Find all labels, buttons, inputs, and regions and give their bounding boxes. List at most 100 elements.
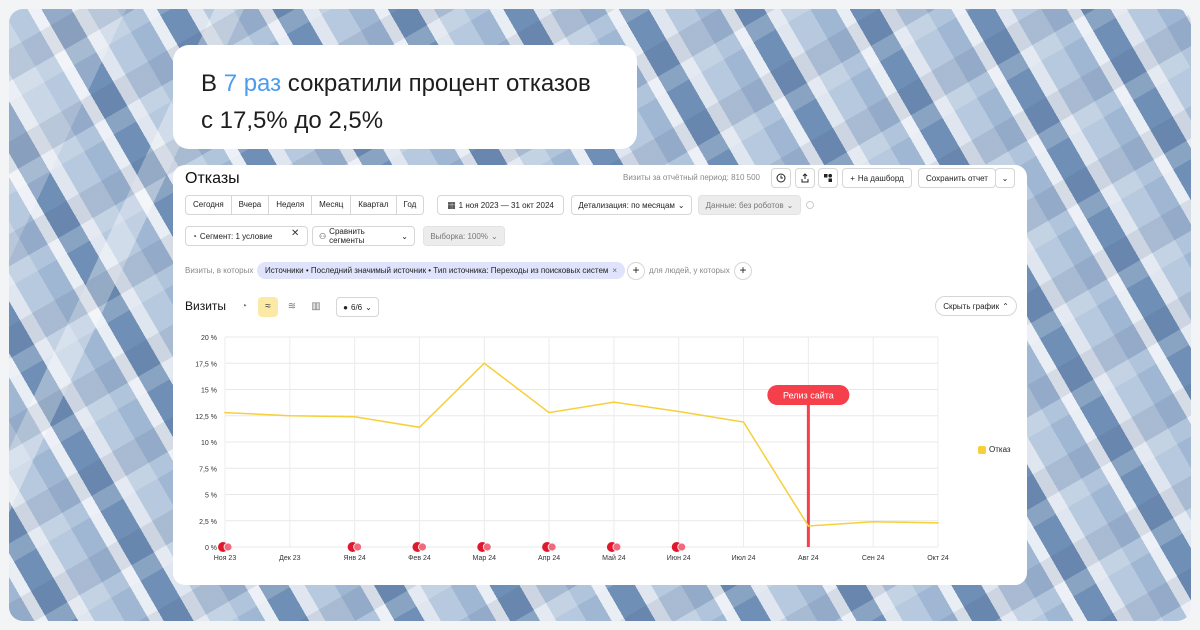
event-marker [612, 542, 622, 552]
series-selector[interactable]: ● 6/6 ⌄ [336, 297, 379, 317]
sample-dropdown[interactable]: Выборка: 100% ⌄ [423, 226, 505, 246]
remove-segment-icon[interactable]: ✕ [291, 228, 299, 239]
event-marker [353, 542, 363, 552]
chart-title: Визиты [185, 299, 227, 313]
to-dashboard-label: На дашборд [857, 173, 904, 183]
headline-accent: 7 раз [223, 70, 282, 97]
bar-chart-icon[interactable]: ▥ [306, 297, 326, 317]
x-tick-label: Дек 23 [279, 555, 301, 562]
y-tick-label: 17,5 % [195, 361, 217, 368]
close-icon[interactable]: × [612, 266, 617, 275]
pie-chart-icon[interactable]: ◔ [234, 297, 254, 317]
legend-swatch [978, 445, 986, 454]
clock-icon [776, 173, 786, 183]
report-title: Отказы [185, 170, 240, 187]
area-chart-icon[interactable]: ≋ [282, 297, 302, 317]
export-button[interactable] [795, 168, 815, 188]
x-tick-label: Фев 24 [408, 555, 431, 562]
y-tick-label: 7,5 % [199, 466, 217, 473]
period-week[interactable]: Неделя [269, 196, 313, 214]
api-button[interactable] [818, 168, 838, 188]
add-visit-condition-button[interactable]: + [627, 262, 645, 280]
save-report-button[interactable]: Сохранить отчет [918, 168, 996, 188]
chevron-down-icon: ⌄ [401, 231, 408, 241]
headline-card: В 7 раз сократили процент отказов с 17,5… [173, 45, 637, 149]
chevron-down-icon: ⌄ [786, 200, 794, 210]
period-yesterday[interactable]: Вчера [232, 196, 270, 214]
line-chart: 0 % 2,5 % 5 % 7,5 % 10 % 12,5 % 15 % 17,5 % 20 %… [195, 335, 949, 562]
x-tick-label: Авг 24 [798, 555, 819, 562]
calendar-icon: ▦ [447, 199, 456, 210]
hide-chart-label: Скрыть график [943, 301, 1000, 311]
data-point [353, 416, 356, 418]
x-tick-label: Июл 24 [732, 555, 756, 562]
data-point [937, 522, 939, 524]
data-point [483, 362, 486, 365]
filter-chip[interactable]: Источники • Последний значимый источник … [257, 262, 626, 279]
chart-legend[interactable]: Отказ [978, 445, 1011, 454]
x-tick-label: Окт 24 [927, 555, 949, 562]
chevron-up-icon: ⌃ [1002, 301, 1009, 311]
add-user-condition-button[interactable]: + [734, 262, 752, 280]
compare-segments-button[interactable]: ⚇ Сравнить сегменты ⌄ [312, 226, 415, 246]
segment-button[interactable]: ◔ Сегмент: 1 условие [185, 226, 308, 246]
apps-icon [824, 173, 832, 182]
x-tick-label: Мар 24 [473, 555, 497, 562]
segment-label: Сегмент: 1 условие [199, 231, 273, 241]
data-point [289, 414, 291, 417]
to-dashboard-button[interactable]: + На дашборд [842, 168, 912, 188]
y-tick-label: 5 % [205, 493, 217, 500]
legend-label: Отказ [989, 445, 1011, 454]
event-marker [223, 542, 233, 552]
headline-line-2: с 17,5% до 2,5% [201, 107, 384, 134]
history-button[interactable] [771, 168, 791, 188]
period-today[interactable]: Сегодня [186, 196, 232, 214]
hide-chart-button[interactable]: Скрыть график ⌃ [935, 296, 1017, 316]
period-year[interactable]: Год [397, 196, 424, 214]
date-range-button[interactable]: ▦ 1 ноя 2023 — 31 окт 2024 [437, 195, 564, 215]
chevron-down-icon: ⌄ [490, 231, 498, 241]
y-tick-label: 20 % [201, 335, 217, 342]
data-filter-dropdown[interactable]: Данные: без роботов ⌄ [698, 195, 801, 215]
save-report-menu-button[interactable]: ⌄ [995, 168, 1015, 188]
x-tick-label: Апр 24 [538, 555, 560, 562]
x-tick-label: Ноя 23 [214, 555, 237, 562]
headline-prefix: В [201, 70, 224, 97]
x-tick-label: Июн 24 [667, 555, 691, 562]
detail-dropdown[interactable]: Детализация: по месяцам ⌄ [571, 195, 692, 215]
x-tick-label: Янв 24 [343, 555, 365, 562]
data-point [872, 521, 874, 523]
x-tick-label: Сен 24 [862, 555, 885, 562]
event-marker [677, 542, 687, 552]
event-marker [547, 542, 557, 552]
info-icon[interactable] [806, 201, 814, 209]
sample-label: Выборка: 100% [430, 231, 488, 241]
comment-icon: ● [343, 302, 348, 312]
period-quarter[interactable]: Квартал [351, 196, 397, 214]
data-filter-label: Данные: без роботов [705, 200, 784, 210]
detail-label: Детализация: по месяцам [578, 200, 675, 210]
y-tick-label: 10 % [201, 440, 217, 447]
headline-rest: сократили процент отказов [281, 70, 591, 97]
event-marker [482, 542, 492, 552]
plus-icon: + [850, 173, 855, 183]
data-point [807, 525, 810, 527]
filter-prefix: Визиты, в которых [185, 266, 254, 275]
compare-icon: ⚇ [319, 231, 327, 241]
event-marker [418, 542, 427, 552]
chevron-down-icon: ⌄ [677, 200, 685, 210]
period-selector: Сегодня Вчера Неделя Месяц Квартал Год [185, 195, 425, 215]
line-chart-icon[interactable]: ≈ [258, 297, 278, 317]
chevron-down-icon: ⌄ [1001, 173, 1009, 183]
data-point [418, 426, 421, 429]
data-point [548, 411, 550, 414]
filter-chip-label: Источники • Последний значимый источник … [265, 266, 609, 275]
pie-icon: ◔ [192, 231, 197, 241]
x-tick-label: Май 24 [602, 554, 626, 562]
period-month[interactable]: Месяц [312, 196, 352, 214]
date-range-label: 1 ноя 2023 — 31 окт 2024 [458, 200, 554, 210]
save-report-label: Сохранить отчет [926, 173, 988, 183]
data-point [613, 401, 615, 403]
compare-label: Сравнить сегменты [329, 227, 365, 245]
y-tick-label: 12,5 % [195, 414, 217, 421]
